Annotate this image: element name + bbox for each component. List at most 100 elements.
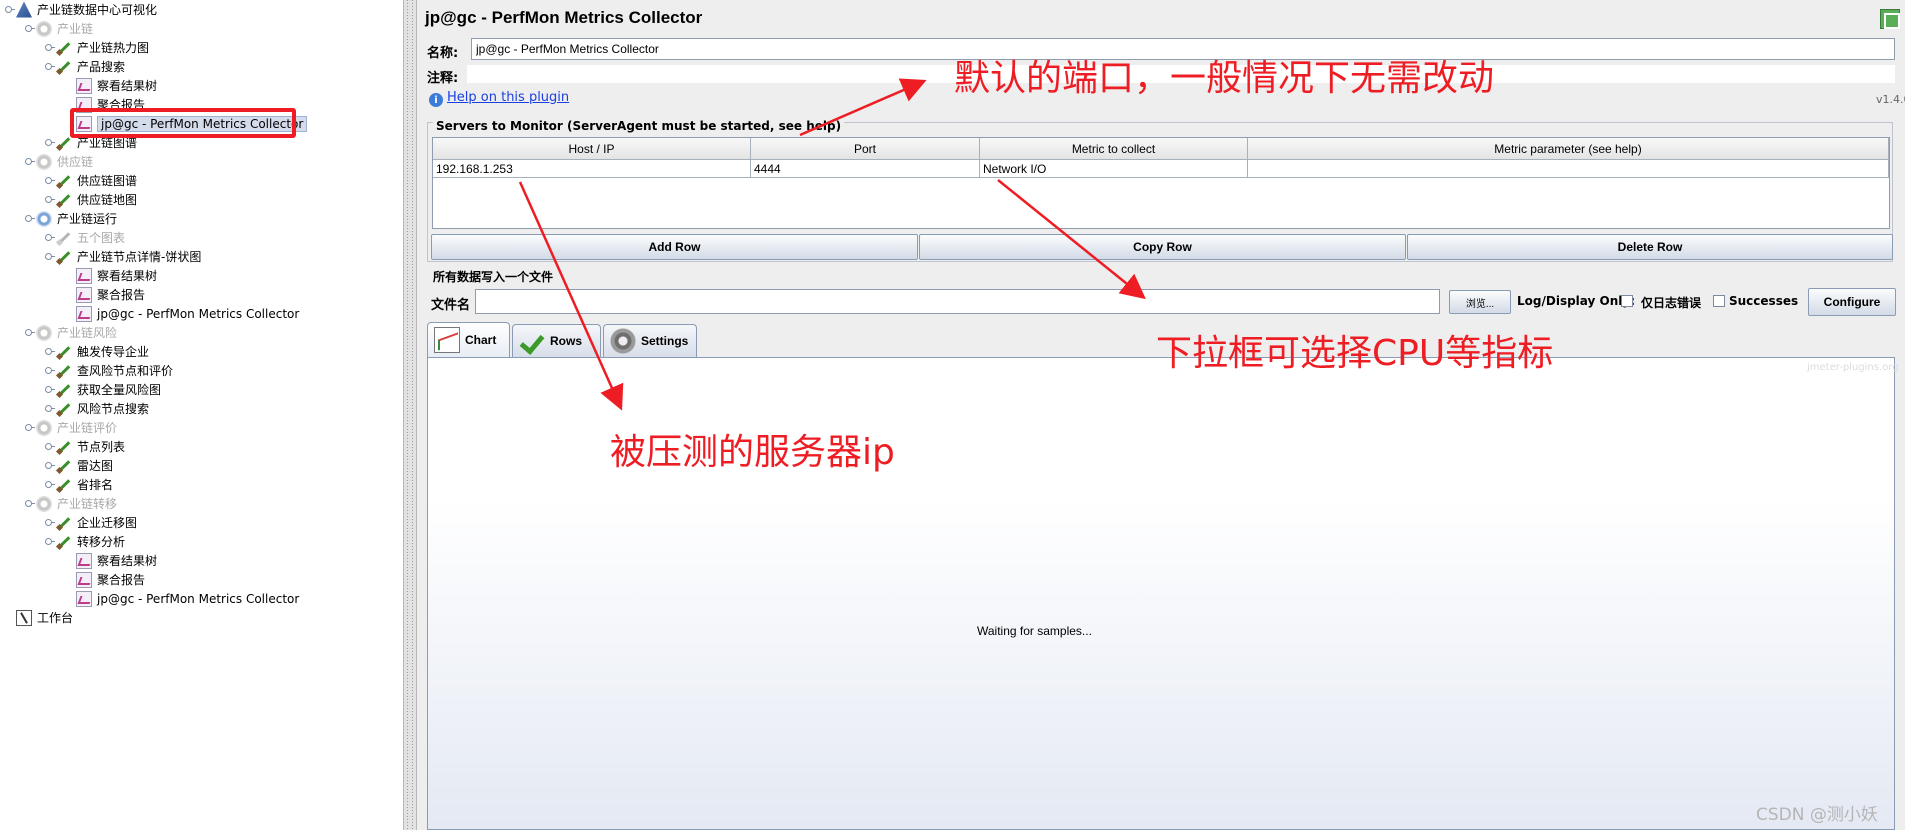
sampler-icon: [56, 439, 72, 455]
tree-toggle-icon[interactable]: [44, 366, 55, 375]
errors-checkbox-label: 仅日志错误: [1641, 296, 1702, 310]
tree-toggle-icon[interactable]: [24, 214, 35, 223]
tree-item[interactable]: 产业链数据中心可视化: [4, 0, 157, 19]
column-header-port[interactable]: Port: [751, 138, 980, 160]
tree-item-label: 供应链图谱: [77, 174, 138, 188]
tree-item[interactable]: 产业链: [24, 19, 93, 38]
annotation-port: 默认的端口，一般情况下无需改动: [954, 58, 1495, 99]
help-link[interactable]: Help on this plugin: [447, 90, 569, 105]
column-header-parameter[interactable]: Metric parameter (see help): [1248, 138, 1889, 160]
tree-item[interactable]: 察看结果树: [64, 76, 157, 95]
tree-item[interactable]: 省排名: [44, 475, 113, 494]
tree-item[interactable]: 产业链评价: [24, 418, 117, 437]
tree-toggle-icon[interactable]: [44, 480, 55, 489]
checkmark-icon: [519, 328, 545, 354]
tree-item[interactable]: 聚合报告: [64, 285, 145, 304]
tree-toggle-icon[interactable]: [44, 442, 55, 451]
tree-toggle-icon[interactable]: [24, 423, 35, 432]
tree-item[interactable]: 供应链: [24, 152, 93, 171]
tree-item[interactable]: 工作台: [4, 608, 73, 627]
tree-item[interactable]: 供应链图谱: [44, 171, 137, 190]
tree-toggle-icon[interactable]: [44, 385, 55, 394]
tree-item-label: 产业链: [57, 22, 94, 36]
tree-toggle-icon[interactable]: [24, 499, 35, 508]
tree-item-label: 聚合报告: [97, 573, 146, 587]
table-cell-port[interactable]: 4444: [751, 160, 980, 178]
tree-item[interactable]: 查风险节点和评价: [44, 361, 173, 380]
configure-button[interactable]: Configure: [1808, 288, 1896, 316]
tree-item[interactable]: 产品搜索: [44, 57, 125, 76]
errors-checkbox[interactable]: [1621, 295, 1633, 307]
tree-toggle-icon[interactable]: [44, 138, 55, 147]
listener-icon: [76, 305, 92, 322]
table-cell-metric[interactable]: Network I/O: [980, 160, 1248, 178]
tree-item[interactable]: 五个图表: [44, 228, 125, 247]
tab-rows[interactable]: Rows: [512, 324, 601, 357]
listener-icon: [76, 552, 92, 569]
sampler-icon: [56, 192, 72, 208]
page-title: jp@gc - PerfMon Metrics Collector: [425, 8, 703, 27]
tree-item-label: 产业链转移: [57, 497, 118, 511]
tree-toggle-icon[interactable]: [44, 195, 55, 204]
tree-item[interactable]: 产业链运行: [24, 209, 117, 228]
servers-table[interactable]: Host / IP Port Metric to collect Metric …: [432, 137, 1890, 229]
tree-toggle-icon[interactable]: [24, 157, 35, 166]
tree-item[interactable]: 转移分析: [44, 532, 125, 551]
waiting-message: Waiting for samples...: [977, 624, 1092, 638]
successes-checkbox[interactable]: [1713, 295, 1725, 307]
tree-item[interactable]: 获取全量风险图: [44, 380, 161, 399]
tree-item[interactable]: 企业迁移图: [44, 513, 137, 532]
delete-row-button[interactable]: Delete Row: [1407, 234, 1893, 260]
tree-item-label: 产业链评价: [57, 421, 118, 435]
tree-item[interactable]: 产业链热力图: [44, 38, 149, 57]
tree-item[interactable]: 产业链风险: [24, 323, 117, 342]
tree-toggle-icon[interactable]: [4, 5, 15, 14]
tree-toggle-icon[interactable]: [44, 461, 55, 470]
tree-item[interactable]: 供应链地图: [44, 190, 137, 209]
tree-toggle-icon[interactable]: [44, 176, 55, 185]
tree-item[interactable]: 雷达图: [44, 456, 113, 475]
tree-item-label: 产业链热力图: [77, 41, 150, 55]
tree-toggle-icon[interactable]: [44, 518, 55, 527]
copy-row-button[interactable]: Copy Row: [919, 234, 1406, 260]
tree-toggle-icon[interactable]: [44, 233, 55, 242]
tree-item-label: 产业链节点详情-饼状图: [77, 250, 202, 264]
panel-splitter[interactable]: [403, 0, 417, 830]
browse-button[interactable]: 浏览...: [1449, 290, 1511, 314]
table-cell-parameter[interactable]: [1248, 160, 1889, 178]
tree-item-label: 五个图表: [77, 231, 126, 245]
tree-toggle-icon[interactable]: [44, 537, 55, 546]
tree-toggle-icon[interactable]: [24, 24, 35, 33]
gear-icon: [610, 328, 636, 354]
info-icon: i: [429, 93, 443, 107]
tab-chart[interactable]: Chart: [427, 322, 510, 357]
tree-item[interactable]: 节点列表: [44, 437, 125, 456]
column-header-host[interactable]: Host / IP: [433, 138, 751, 160]
tree-item-label: jp@gc - PerfMon Metrics Collector: [97, 591, 300, 606]
tree-item[interactable]: 察看结果树: [64, 551, 157, 570]
tree-toggle-icon[interactable]: [24, 328, 35, 337]
tree-item[interactable]: jp@gc - PerfMon Metrics Collector: [64, 304, 299, 323]
tree-toggle-icon[interactable]: [44, 62, 55, 71]
column-header-metric[interactable]: Metric to collect: [980, 138, 1248, 160]
expand-icon[interactable]: [1880, 9, 1900, 29]
tab-settings[interactable]: Settings: [603, 324, 697, 357]
tree-item[interactable]: 产业链转移: [24, 494, 117, 513]
test-plan-tree[interactable]: 产业链数据中心可视化 产业链 产业链热力图 产品搜索 察看结果树 聚合报告 jp@gc - …: [0, 0, 403, 830]
tree-item[interactable]: 产业链节点详情-饼状图: [44, 247, 201, 266]
tree-item[interactable]: 风险节点搜索: [44, 399, 149, 418]
tree-item[interactable]: jp@gc - PerfMon Metrics Collector: [64, 589, 299, 608]
tree-toggle-icon[interactable]: [44, 404, 55, 413]
tree-item-label: 察看结果树: [97, 269, 158, 283]
tree-toggle-icon[interactable]: [44, 252, 55, 261]
thread-group-icon: [36, 324, 52, 341]
filename-input[interactable]: [475, 289, 1440, 314]
tree-item[interactable]: 触发传导企业: [44, 342, 149, 361]
tree-item[interactable]: 聚合报告: [64, 570, 145, 589]
tree-toggle-icon[interactable]: [44, 347, 55, 356]
tree-item[interactable]: 察看结果树: [64, 266, 157, 285]
tree-item-label: 聚合报告: [97, 288, 146, 302]
tree-toggle-icon[interactable]: [44, 43, 55, 52]
add-row-button[interactable]: Add Row: [431, 234, 918, 260]
table-cell-host[interactable]: 192.168.1.253: [433, 160, 751, 178]
